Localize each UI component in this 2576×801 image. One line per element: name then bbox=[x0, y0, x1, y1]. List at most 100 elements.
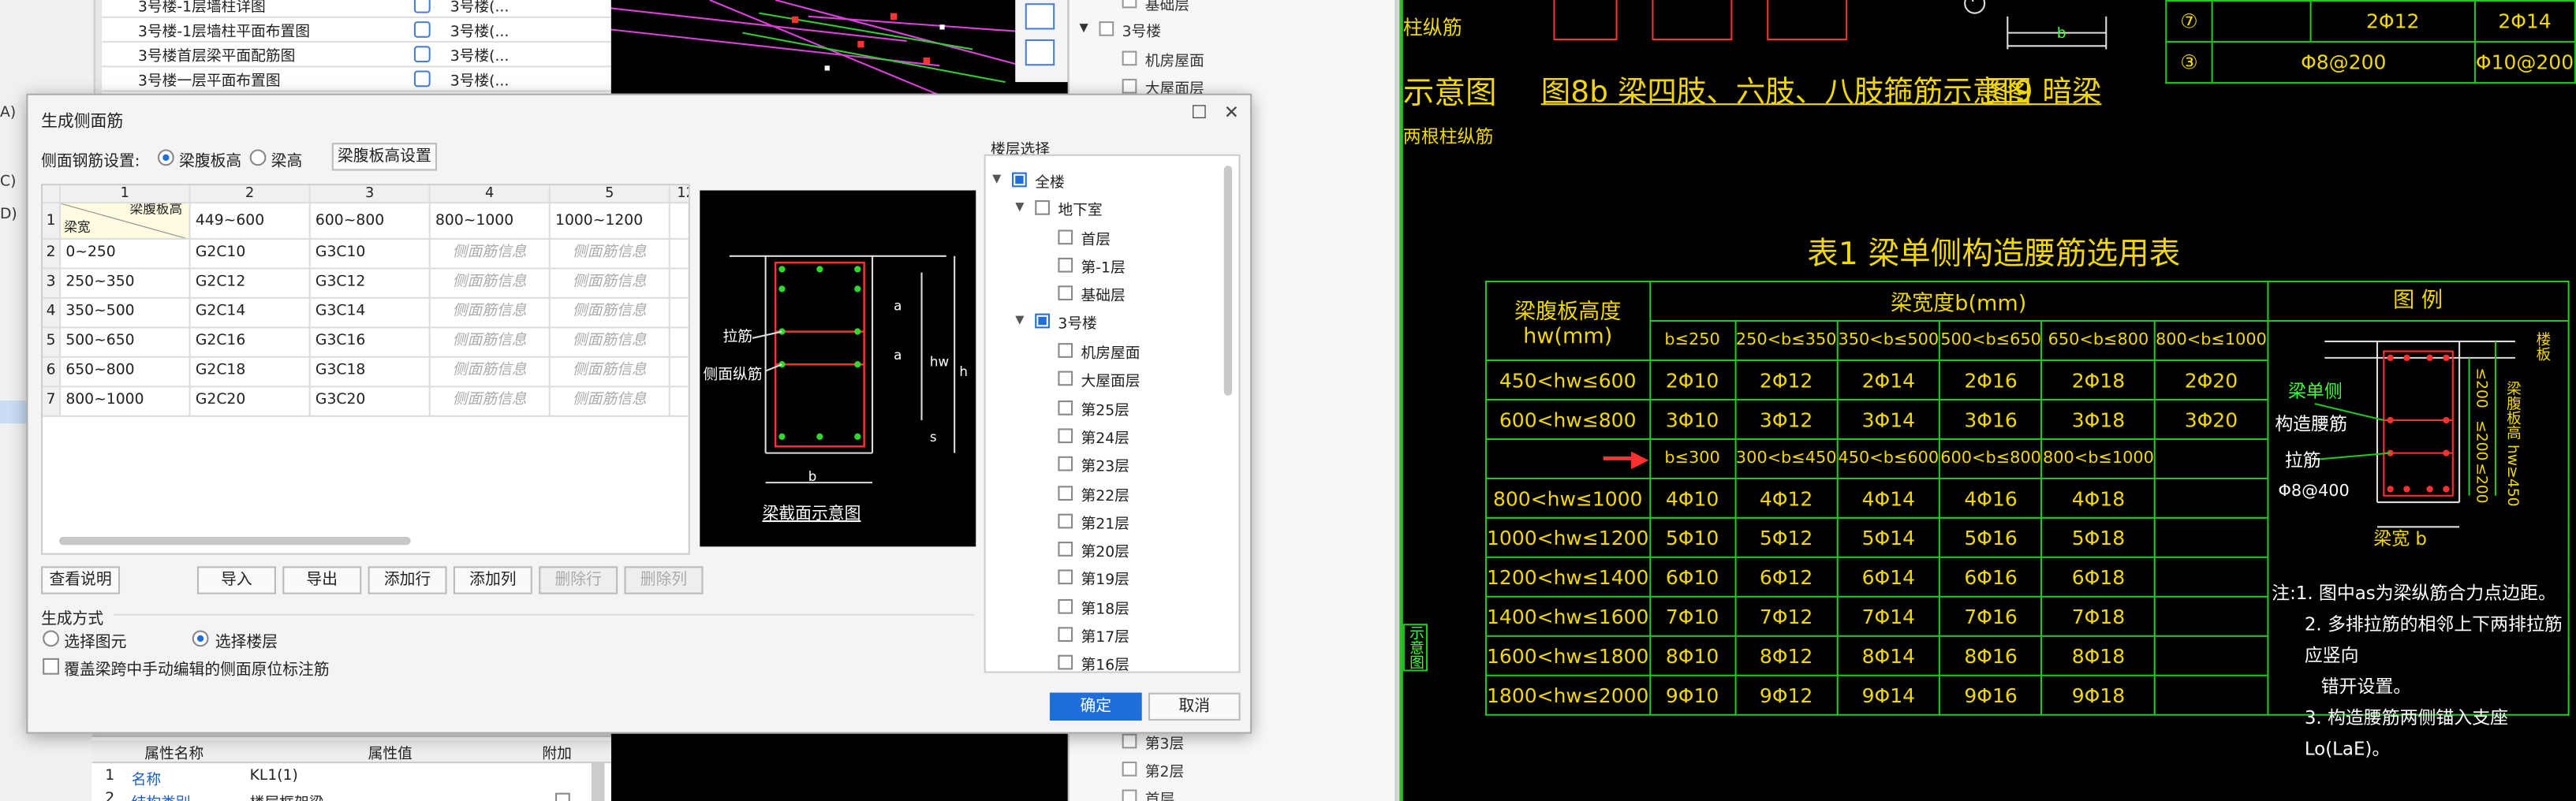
grid-value-cell[interactable]: G2C10 bbox=[190, 239, 311, 270]
floor-checkbox[interactable] bbox=[1058, 257, 1073, 273]
ok-button[interactable]: 确定 bbox=[1049, 692, 1142, 721]
chevron-down-icon[interactable]: ▼ bbox=[1015, 200, 1024, 214]
grid-width-cell[interactable]: 500~650 bbox=[61, 328, 191, 358]
chevron-down-icon[interactable]: ▼ bbox=[1079, 21, 1088, 35]
floor-checkbox[interactable] bbox=[1058, 400, 1073, 415]
delete-column-button[interactable]: 删除列 bbox=[624, 566, 704, 594]
floor-checkbox[interactable] bbox=[1058, 655, 1073, 671]
grid-value-cell[interactable]: G2C12 bbox=[190, 269, 311, 299]
radio-select-element[interactable] bbox=[43, 630, 59, 647]
cad-canvas-detail[interactable]: 柱纵筋 示意图 两根柱纵筋 图8b 梁四肢、六肢、八肢箍筋示意图 图9 暗梁 4… bbox=[1399, 0, 2576, 801]
tree-item[interactable]: 第16层 bbox=[1081, 654, 1129, 672]
tree-item[interactable]: 第23层 bbox=[1081, 455, 1129, 476]
web-height-settings-button[interactable]: 梁腹板高设置 bbox=[331, 143, 438, 171]
grid-value-cell[interactable]: G3C16 bbox=[310, 328, 431, 358]
floor-checkbox[interactable] bbox=[1058, 428, 1073, 443]
tree-item[interactable]: 全楼 bbox=[1035, 171, 1065, 192]
tree-item[interactable]: 第20层 bbox=[1081, 540, 1129, 561]
grid-value-cell[interactable] bbox=[670, 240, 689, 270]
grid-value-cell[interactable] bbox=[670, 328, 689, 358]
grid-value-cell[interactable]: G3C12 bbox=[310, 269, 431, 299]
floor-checkbox[interactable] bbox=[1058, 485, 1073, 500]
tree-item[interactable]: 第22层 bbox=[1081, 483, 1129, 505]
attach-checkbox[interactable] bbox=[555, 792, 570, 801]
grid-header-cell[interactable]: 1000~1200 bbox=[550, 203, 670, 240]
floor-checkbox[interactable] bbox=[1122, 78, 1137, 94]
lock-icon[interactable] bbox=[413, 0, 431, 13]
grid-value-cell[interactable]: G3C10 bbox=[310, 239, 431, 270]
grid-placeholder-cell[interactable]: 侧面筋信息 bbox=[430, 357, 551, 388]
grid-placeholder-cell[interactable]: 侧面筋信息 bbox=[550, 357, 670, 388]
tree-item[interactable]: 第18层 bbox=[1081, 597, 1129, 618]
lock-icon[interactable] bbox=[413, 46, 431, 63]
grid-placeholder-cell[interactable]: 侧面筋信息 bbox=[430, 269, 551, 299]
grid-placeholder-cell[interactable]: 侧面筋信息 bbox=[550, 328, 670, 358]
floor-checkbox[interactable] bbox=[1058, 285, 1073, 301]
floor-checkbox[interactable] bbox=[1122, 50, 1137, 66]
property-value[interactable]: KL1(1) bbox=[250, 768, 298, 784]
floor-checkbox[interactable] bbox=[1099, 21, 1114, 36]
floor-checkbox[interactable] bbox=[1058, 627, 1073, 643]
tree-item[interactable]: 机房屋面 bbox=[1081, 341, 1141, 363]
tree-item[interactable]: 大屋面层 bbox=[1081, 370, 1141, 391]
grid-value-cell[interactable] bbox=[670, 387, 689, 417]
grid-placeholder-cell[interactable]: 侧面筋信息 bbox=[550, 298, 670, 329]
grid-header-cell[interactable]: 600~800 bbox=[310, 203, 431, 240]
grid-placeholder-cell[interactable]: 侧面筋信息 bbox=[430, 328, 551, 358]
tree-item[interactable]: 第21层 bbox=[1081, 512, 1129, 533]
tree-item[interactable]: 3号楼 bbox=[1058, 312, 1096, 333]
tree-item[interactable]: 地下室 bbox=[1058, 199, 1102, 220]
grid-placeholder-cell[interactable]: 侧面筋信息 bbox=[550, 269, 670, 299]
grid-width-cell[interactable]: 250~350 bbox=[61, 269, 191, 299]
grid-value-cell[interactable]: G3C18 bbox=[310, 357, 431, 388]
grid-placeholder-cell[interactable]: 侧面筋信息 bbox=[430, 298, 551, 329]
grid-value-cell[interactable]: G3C20 bbox=[310, 387, 431, 417]
grid-value-cell[interactable]: G2C18 bbox=[190, 357, 311, 388]
list-icon[interactable] bbox=[1025, 39, 1055, 66]
layer-icon[interactable] bbox=[1025, 3, 1055, 30]
chevron-down-icon[interactable]: ▼ bbox=[1015, 314, 1024, 327]
grid-value-cell[interactable] bbox=[670, 269, 689, 299]
floor-checkbox[interactable] bbox=[1058, 598, 1073, 614]
cancel-button[interactable]: 取消 bbox=[1148, 692, 1241, 721]
maximize-icon[interactable]: ☐ bbox=[1191, 102, 1208, 123]
export-button[interactable]: 导出 bbox=[282, 566, 362, 594]
grid-placeholder-cell[interactable]: 侧面筋信息 bbox=[430, 239, 551, 270]
grid-width-cell[interactable]: 0~250 bbox=[61, 239, 191, 270]
property-value[interactable]: 楼层框架梁 bbox=[250, 792, 324, 801]
tree-item[interactable]: 基础层 bbox=[1081, 284, 1126, 305]
add-row-button[interactable]: 添加行 bbox=[368, 566, 447, 594]
lock-icon[interactable] bbox=[413, 70, 431, 88]
tree-item[interactable]: 第25层 bbox=[1081, 398, 1129, 419]
import-button[interactable]: 导入 bbox=[196, 566, 276, 594]
scrollbar[interactable] bbox=[591, 763, 605, 801]
grid-value-cell[interactable]: G3C14 bbox=[310, 298, 431, 329]
grid-header-cell[interactable]: 449~600 bbox=[190, 203, 311, 240]
floor-checkbox[interactable] bbox=[1035, 200, 1050, 215]
tree-item[interactable]: 第19层 bbox=[1081, 568, 1129, 590]
floor-checkbox[interactable] bbox=[1058, 542, 1073, 557]
floor-checkbox[interactable] bbox=[1122, 762, 1137, 777]
grid-width-cell[interactable]: 350~500 bbox=[61, 298, 191, 329]
floor-checkbox[interactable] bbox=[1122, 0, 1137, 9]
delete-row-button[interactable]: 删除行 bbox=[539, 566, 618, 594]
floor-checkbox[interactable] bbox=[1012, 172, 1027, 188]
floor-checkbox[interactable] bbox=[1058, 343, 1073, 358]
grid-placeholder-cell[interactable]: 侧面筋信息 bbox=[550, 387, 670, 417]
lock-icon[interactable] bbox=[413, 21, 431, 38]
grid-placeholder-cell[interactable]: 侧面筋信息 bbox=[550, 239, 670, 270]
floor-checkbox[interactable] bbox=[1122, 733, 1137, 749]
grid-width-cell[interactable]: 650~800 bbox=[61, 357, 191, 388]
horizontal-scrollbar[interactable] bbox=[58, 536, 411, 546]
drawing-list-item[interactable]: 3号楼首层梁平面配筋图 3号楼(... bbox=[102, 43, 611, 68]
drawing-list-item[interactable]: 3号楼-1层墙柱平面布置图 3号楼(... bbox=[102, 18, 611, 43]
add-column-button[interactable]: 添加列 bbox=[453, 566, 532, 594]
vertical-scrollbar[interactable] bbox=[1223, 166, 1233, 396]
floor-checkbox[interactable] bbox=[1058, 371, 1073, 386]
view-help-button[interactable]: 查看说明 bbox=[41, 566, 121, 594]
tree-item[interactable]: 第-1层 bbox=[1081, 256, 1126, 278]
floor-checkbox[interactable] bbox=[1058, 229, 1073, 245]
drawing-list-item[interactable]: 3号楼一层平面布置图 3号楼(... bbox=[102, 67, 611, 92]
floor-checkbox[interactable] bbox=[1035, 313, 1050, 329]
grid-value-cell[interactable]: G2C20 bbox=[190, 387, 311, 417]
